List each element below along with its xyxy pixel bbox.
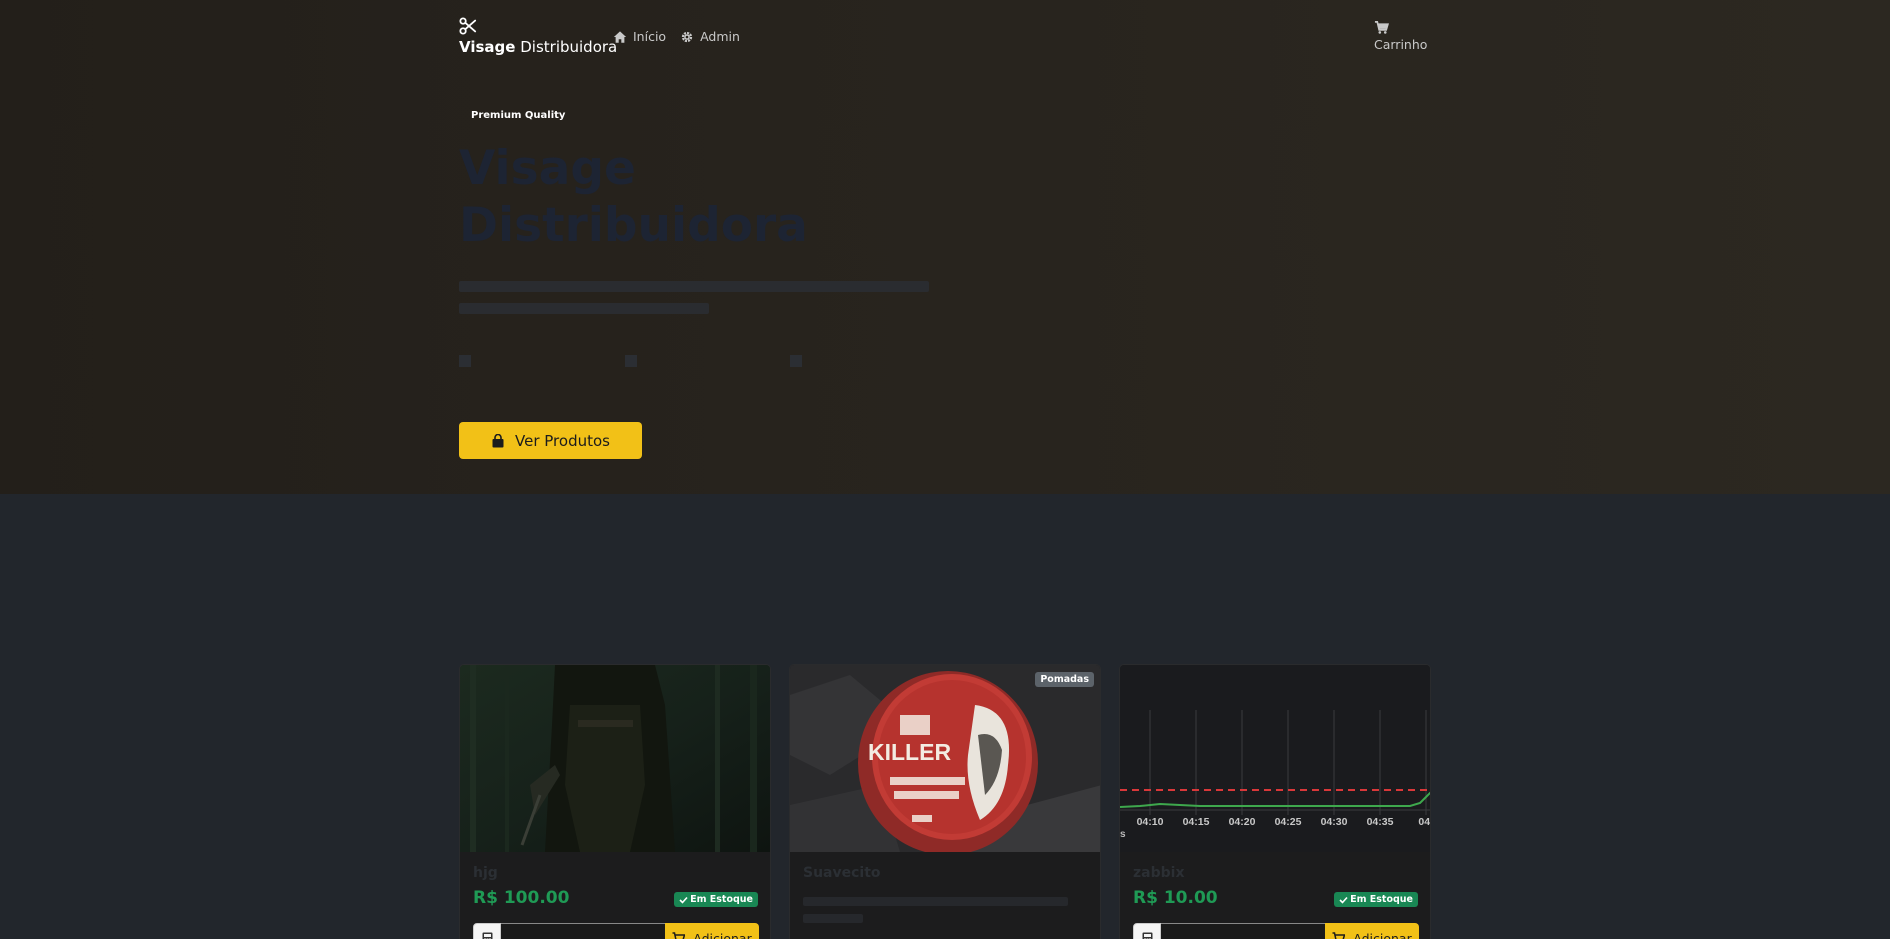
- stock-badge: Em Estoque: [1334, 892, 1418, 907]
- product-price: R$ 10.00: [1133, 888, 1218, 908]
- quantity-input[interactable]: [1161, 923, 1325, 939]
- category-badge: Pomadas: [1035, 672, 1094, 687]
- chart-tick-label: 04:15: [1183, 816, 1210, 828]
- svg-text:s: s: [1120, 829, 1126, 840]
- add-to-cart-row: Adicionar: [1133, 923, 1419, 939]
- zabbix-graph-image: 04:10 04:15 04:20 04:25 04:30 04:35 04: s: [1120, 665, 1430, 852]
- product-name: zabbix: [1133, 865, 1185, 881]
- nav-item-admin[interactable]: Admin: [680, 29, 740, 44]
- shopping-bag-icon: [492, 433, 504, 447]
- product-card-suavecito: KILLER Pomadas Suavecito: [789, 664, 1101, 939]
- hero-feature-3: [790, 355, 802, 367]
- product-card-hjg: hjg R$ 100.00 Em Estoque Adicionar: [459, 664, 771, 939]
- calculator-icon: [1133, 923, 1161, 939]
- chart-tick-label: 04:10: [1137, 816, 1164, 828]
- add-to-cart-button[interactable]: Adicionar: [665, 923, 759, 939]
- quantity-input[interactable]: [501, 923, 665, 939]
- product-name: Suavecito: [803, 865, 881, 881]
- calculator-icon: [473, 923, 501, 939]
- product-description-faded: [803, 891, 1093, 923]
- brand-link[interactable]: Visage Distribuidora: [459, 17, 617, 56]
- hero-subtitle-faded: [459, 276, 979, 314]
- cart-plus-icon: [1332, 932, 1346, 939]
- gear-icon: [681, 31, 693, 42]
- product-image: [460, 665, 770, 852]
- nav-item-inicio[interactable]: Início: [613, 29, 666, 44]
- chart-tick-label: 04:35: [1367, 816, 1394, 828]
- cart-icon: [1374, 21, 1389, 34]
- product-card-zabbix: 04:10 04:15 04:20 04:25 04:30 04:35 04: s zabb…: [1119, 664, 1431, 939]
- product-image: KILLER: [790, 665, 1100, 852]
- cart-plus-icon: [672, 932, 686, 939]
- product-image: 04:10 04:15 04:20 04:25 04:30 04:35 04: s: [1120, 665, 1430, 852]
- chart-tick-label: 04:20: [1229, 816, 1256, 828]
- chart-tick-label: 04:: [1418, 816, 1430, 828]
- hero-feature-1: [459, 355, 471, 367]
- chart-tick-label: 04:25: [1275, 816, 1302, 828]
- hero-title: Visage Distribuidora: [459, 141, 808, 253]
- product-name: hjg: [473, 865, 498, 881]
- check-icon: [1339, 896, 1348, 904]
- hero-section: Visage Distribuidora Início Admin Carrin…: [0, 0, 1890, 494]
- premium-badge: Premium Quality: [471, 110, 566, 121]
- product-price: R$ 100.00: [473, 888, 570, 908]
- svg-text:KILLER: KILLER: [868, 739, 951, 765]
- home-icon: [613, 30, 627, 43]
- chart-tick-label: 04:30: [1321, 816, 1348, 828]
- view-products-button[interactable]: Ver Produtos: [459, 422, 642, 459]
- stock-badge: Em Estoque: [674, 892, 758, 907]
- check-icon: [679, 896, 688, 904]
- scissors-icon: [459, 17, 477, 35]
- brand-name: Visage Distribuidora: [459, 38, 618, 56]
- cart-label: Carrinho: [1374, 37, 1428, 52]
- add-to-cart-row: Adicionar: [473, 923, 759, 939]
- main-nav: Início Admin: [613, 29, 754, 44]
- add-to-cart-button[interactable]: Adicionar: [1325, 923, 1419, 939]
- cart-link[interactable]: Carrinho: [1374, 20, 1427, 52]
- hero-feature-2: [625, 355, 637, 367]
